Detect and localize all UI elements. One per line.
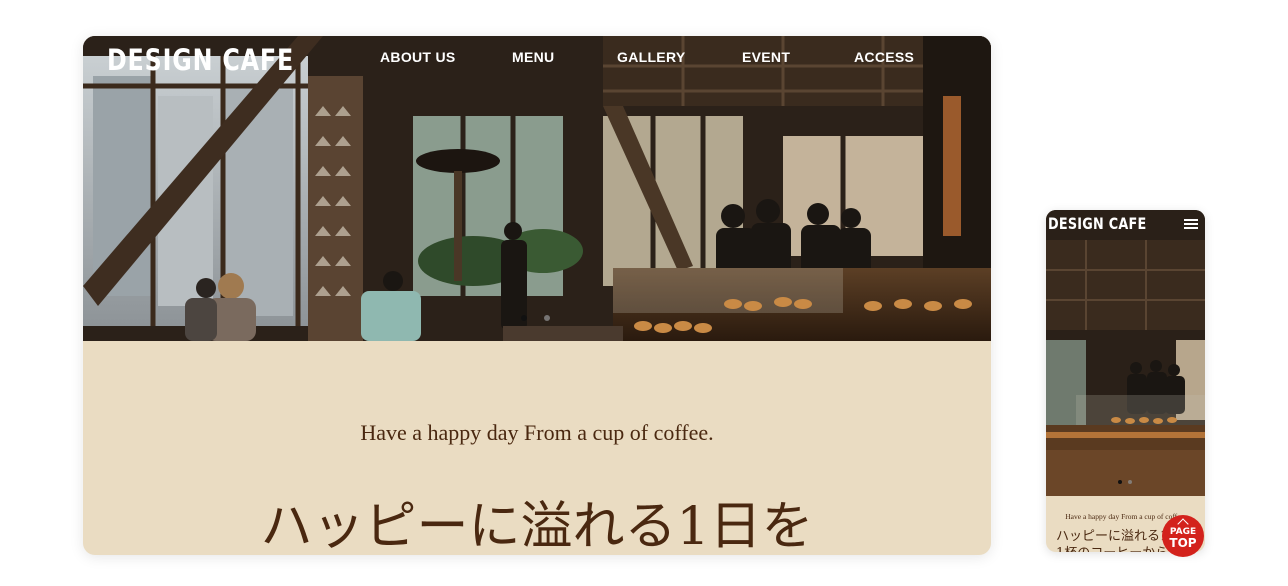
nav-item-event[interactable]: EVENT: [742, 49, 790, 65]
mobile-site-logo[interactable]: DESIGN CAFE: [1048, 214, 1146, 233]
mobile-slider-dot-1[interactable]: [1118, 480, 1122, 484]
mobile-hero-cafe-photo: [1046, 210, 1205, 496]
mobile-preview: DESIGN CAFE Have a happy day From a cup …: [1046, 210, 1205, 552]
hamburger-menu-icon[interactable]: [1184, 219, 1198, 229]
mobile-hero-slider[interactable]: DESIGN CAFE: [1046, 210, 1205, 496]
desktop-preview: DESIGN CAFE ABOUT US MENU GALLERY EVENT …: [83, 36, 991, 555]
global-nav: ABOUT US MENU GALLERY EVENT ACCESS: [83, 49, 991, 69]
slider-dot-2[interactable]: [544, 315, 550, 321]
nav-item-access[interactable]: ACCESS: [854, 49, 914, 65]
hero-headline: ハッピーに溢れる1日を: [260, 497, 814, 555]
mobile-slider-dot-2[interactable]: [1128, 480, 1132, 484]
page-top-button[interactable]: PAGE TOP: [1162, 515, 1204, 557]
nav-item-gallery[interactable]: GALLERY: [617, 49, 685, 65]
hero-slider[interactable]: DESIGN CAFE ABOUT US MENU GALLERY EVENT …: [83, 36, 991, 341]
hero-cafe-photo: [83, 36, 991, 341]
page-top-label-line2: TOP: [1169, 536, 1197, 550]
tagline: Have a happy day From a cup of coffee.: [360, 420, 714, 445]
nav-item-about-us[interactable]: ABOUT US: [380, 49, 456, 65]
nav-item-menu[interactable]: MENU: [512, 49, 554, 65]
slider-dot-1[interactable]: [521, 315, 527, 321]
